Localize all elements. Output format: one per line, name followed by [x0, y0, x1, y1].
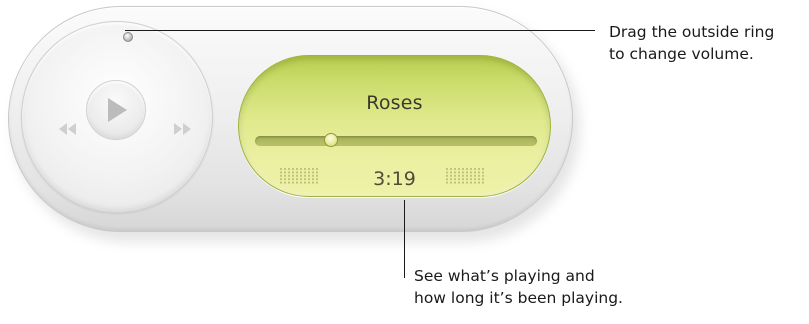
fast-forward-button[interactable]	[169, 121, 197, 137]
progress-track[interactable]	[255, 133, 537, 147]
play-button[interactable]	[86, 80, 146, 140]
fast-forward-icon	[174, 123, 191, 135]
display-callout-line	[404, 200, 405, 278]
rewind-icon	[59, 123, 76, 135]
rewind-button[interactable]	[53, 121, 81, 137]
progress-knob[interactable]	[324, 133, 339, 147]
volume-callout-line	[125, 30, 595, 31]
song-title: Roses	[366, 92, 423, 114]
play-icon	[108, 98, 127, 122]
music-player-widget: Roses 3:19	[8, 6, 573, 232]
volume-callout-line1: Drag the outside ring	[609, 23, 775, 41]
display-callout-line1: See what’s playing and	[414, 267, 595, 285]
now-playing-display: Roses 3:19	[238, 55, 551, 197]
volume-ring-indicator[interactable]	[123, 32, 133, 42]
elapsed-time: 3:19	[373, 168, 416, 190]
display-callout-text: See what’s playing and how long it’s bee…	[414, 265, 714, 309]
volume-callout-text: Drag the outside ring to change volume.	[609, 21, 809, 65]
display-callout-line2: how long it’s been playing.	[414, 289, 623, 307]
volume-callout-line2: to change volume.	[609, 45, 754, 63]
equalizer-right-icon	[446, 168, 484, 184]
